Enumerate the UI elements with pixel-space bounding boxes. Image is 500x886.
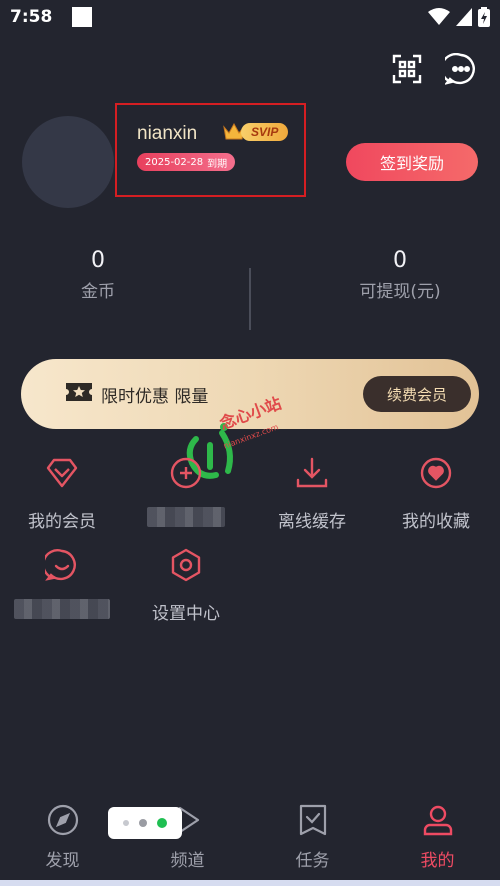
status-bar: 7:58: [0, 0, 500, 34]
diamond-icon: [46, 458, 78, 488]
scan-button[interactable]: [390, 52, 424, 86]
dot-icon: [123, 820, 129, 826]
download-icon: [296, 457, 328, 488]
compass-icon: [47, 804, 78, 836]
tab-label: 频道: [170, 851, 205, 871]
wifi-icon: [428, 8, 450, 25]
task-icon: [299, 804, 326, 836]
expire-date: 2025-02-28: [145, 156, 204, 168]
withdrawable-stat[interactable]: 0 可提现(元): [330, 248, 470, 302]
renew-membership-button[interactable]: 续费会员: [363, 376, 471, 412]
withdrawable-value: 0: [393, 248, 407, 273]
headset-icon: [170, 457, 202, 489]
battery-icon: [478, 7, 490, 27]
grid-label: 我的会员: [28, 512, 96, 532]
tab-discover[interactable]: 发现: [0, 790, 125, 880]
grid-label: 设置中心: [152, 604, 220, 624]
grid-label-redacted: [124, 507, 248, 532]
ticket-icon: [66, 383, 92, 401]
chat-icon: [45, 549, 76, 581]
top-actions: [390, 52, 478, 86]
withdrawable-label: 可提现(元): [359, 282, 441, 302]
status-icons: [428, 7, 490, 27]
tab-label: 任务: [295, 851, 330, 871]
coins-stat[interactable]: 0 金币: [38, 248, 158, 302]
floating-dots-toast[interactable]: [108, 807, 182, 839]
expire-pill: 2025-02-28 到期: [137, 153, 236, 171]
bottom-edge: [0, 880, 500, 886]
grid-label-redacted: [0, 599, 124, 624]
grid-item-blurred[interactable]: [124, 453, 248, 532]
svip-badge[interactable]: SVIP: [223, 123, 289, 141]
notification-icon: [72, 7, 93, 27]
tab-label: 发现: [45, 851, 80, 871]
heart-icon: [420, 457, 452, 489]
coins-value: 0: [91, 248, 105, 273]
avatar[interactable]: [22, 116, 114, 208]
settings-hex-icon: [171, 548, 201, 582]
expire-suffix: 到期: [207, 158, 228, 170]
grid-item-offline-cache[interactable]: 离线缓存: [250, 453, 374, 532]
profile-box: nianxin SVIP 2025-02-28 到期: [115, 103, 306, 197]
stats-divider: [249, 268, 251, 330]
dot-icon: [139, 819, 147, 827]
username[interactable]: nianxin: [137, 123, 197, 145]
user-icon: [423, 805, 452, 836]
promo-text: 限时优惠 限量: [101, 387, 209, 407]
grid-item-favorites[interactable]: 我的收藏: [374, 453, 498, 532]
checkin-reward-button[interactable]: 签到奖励: [346, 143, 478, 181]
bottom-tab-bar: 发现 频道 任务 我的: [0, 790, 500, 880]
tab-label: 我的: [420, 851, 455, 871]
message-button[interactable]: [444, 52, 478, 86]
grid-label: 我的收藏: [402, 512, 470, 532]
chat-bubble-icon: [445, 53, 475, 85]
tab-mine[interactable]: 我的: [375, 790, 500, 880]
svip-label: SVIP: [241, 123, 289, 141]
qr-scan-icon: [392, 54, 422, 84]
grid-label: 离线缓存: [278, 512, 346, 532]
signal-icon: [456, 8, 472, 26]
status-time: 7:58: [10, 7, 53, 27]
grid-item-settings[interactable]: 设置中心: [124, 545, 248, 624]
grid-item-my-membership[interactable]: 我的会员: [0, 453, 124, 532]
dot-icon: [157, 818, 167, 828]
tab-tasks[interactable]: 任务: [250, 790, 375, 880]
coins-label: 金币: [81, 282, 115, 302]
grid-item-feedback[interactable]: [0, 545, 124, 624]
